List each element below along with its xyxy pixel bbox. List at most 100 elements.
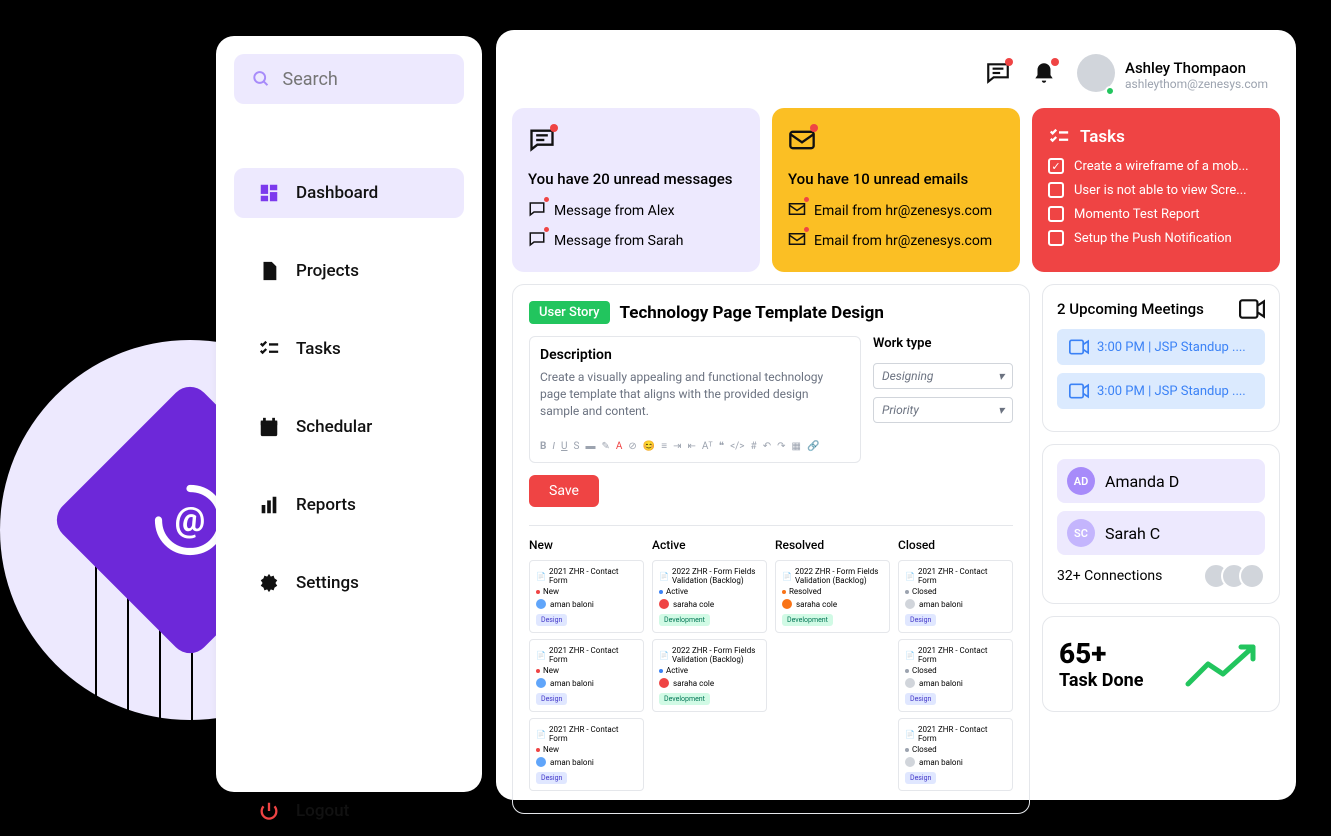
svg-text:@: @ bbox=[175, 500, 206, 540]
kanban-card[interactable]: 📄 2022 ZHR - Form Fields Validation (Bac… bbox=[652, 639, 767, 712]
italic-icon[interactable]: I bbox=[552, 441, 555, 452]
avatar-stack bbox=[1211, 563, 1265, 589]
messages-button[interactable] bbox=[985, 60, 1011, 90]
notifications-button[interactable] bbox=[1031, 60, 1057, 90]
kanban-col-closed: Closed 📄 2021 ZHR - Contact FormClosedam… bbox=[898, 538, 1013, 797]
nav-label: Reports bbox=[296, 495, 356, 515]
checklist-icon bbox=[1048, 126, 1070, 148]
kanban-card[interactable]: 📄 2021 ZHR - Contact FormNewaman baloniD… bbox=[529, 718, 644, 791]
email-item[interactable]: Email from hr@zenesys.com bbox=[788, 200, 1004, 222]
code-icon[interactable]: </> bbox=[730, 441, 744, 452]
col-header: Active bbox=[652, 538, 767, 552]
kanban-card[interactable]: 📄 2021 ZHR - Contact FormClosedaman balo… bbox=[898, 560, 1013, 633]
checkbox[interactable] bbox=[1048, 158, 1064, 174]
priority-select[interactable]: Priority▾ bbox=[873, 397, 1013, 423]
avatar-initials: SC bbox=[1067, 519, 1095, 547]
calendar-icon bbox=[258, 416, 280, 438]
kanban-card[interactable]: 📄 2022 ZHR - Form Fields Validation (Bac… bbox=[652, 560, 767, 633]
underline-icon[interactable]: U bbox=[561, 441, 567, 452]
description-text: Create a visually appealing and function… bbox=[540, 369, 850, 419]
description-label: Description bbox=[540, 347, 850, 363]
highlight-icon[interactable]: ✎ bbox=[601, 441, 609, 452]
connection-item[interactable]: ADAmanda D bbox=[1057, 459, 1265, 503]
online-indicator bbox=[1105, 86, 1115, 96]
user-profile[interactable]: Ashley Thompaon ashleythom@zenesys.com bbox=[1077, 54, 1268, 96]
kanban-col-new: New 📄 2021 ZHR - Contact FormNewaman bal… bbox=[529, 538, 644, 797]
font-color-icon[interactable]: A bbox=[616, 441, 623, 452]
connections-panel: ADAmanda D SCSarah C 32+ Connections bbox=[1042, 444, 1280, 604]
nav-list: Dashboard Projects Tasks Schedular Repor… bbox=[234, 168, 464, 836]
story-badge: User Story bbox=[529, 301, 610, 324]
email-item[interactable]: Email from hr@zenesys.com bbox=[788, 230, 1004, 252]
video-icon[interactable] bbox=[1239, 299, 1265, 319]
message-item[interactable]: Message from Sarah bbox=[528, 230, 744, 252]
avatar-initials: AD bbox=[1067, 467, 1095, 495]
user-email: ashleythom@zenesys.com bbox=[1125, 77, 1268, 91]
bold-icon[interactable]: B bbox=[540, 441, 546, 452]
align-icon[interactable]: ≡ bbox=[661, 441, 667, 452]
mail-icon bbox=[788, 230, 806, 248]
card-title: Tasks bbox=[1080, 127, 1125, 147]
redo-icon[interactable]: ↷ bbox=[777, 441, 785, 452]
nav-settings[interactable]: Settings bbox=[234, 558, 464, 608]
nav-tasks[interactable]: Tasks bbox=[234, 324, 464, 374]
work-type-select[interactable]: Designing▾ bbox=[873, 363, 1013, 389]
kanban-col-resolved: Resolved 📄 2022 ZHR - Form Fields Valida… bbox=[775, 538, 890, 797]
summary-cards: You have 20 unread messages Message from… bbox=[512, 108, 1280, 272]
connections-count[interactable]: 32+ Connections bbox=[1057, 563, 1265, 589]
search-box[interactable] bbox=[234, 54, 464, 104]
message-item[interactable]: Message from Alex bbox=[528, 200, 744, 222]
kanban-card[interactable]: 📄 2021 ZHR - Contact FormClosedaman balo… bbox=[898, 718, 1013, 791]
col-header: Resolved bbox=[775, 538, 890, 552]
kanban-card[interactable]: 📄 2021 ZHR - Contact FormClosedaman balo… bbox=[898, 639, 1013, 712]
kanban-card[interactable]: 📄 2021 ZHR - Contact FormNewaman baloniD… bbox=[529, 560, 644, 633]
col-header: New bbox=[529, 538, 644, 552]
mail-icon bbox=[788, 200, 806, 218]
checkbox[interactable] bbox=[1048, 182, 1064, 198]
kanban-card[interactable]: 📄 2021 ZHR - Contact FormNewaman baloniD… bbox=[529, 639, 644, 712]
clear-icon[interactable]: ⊘ bbox=[628, 441, 636, 452]
nav-schedular[interactable]: Schedular bbox=[234, 402, 464, 452]
meetings-title: 2 Upcoming Meetings bbox=[1057, 300, 1204, 318]
nav-label: Settings bbox=[296, 573, 359, 593]
meeting-item[interactable]: 3:00 PM | JSP Standup .... bbox=[1057, 373, 1265, 409]
fontsize-icon[interactable]: Aᵀ bbox=[702, 441, 713, 452]
notification-dot bbox=[550, 124, 558, 132]
video-icon bbox=[1069, 383, 1089, 399]
nav-reports[interactable]: Reports bbox=[234, 480, 464, 530]
save-button[interactable]: Save bbox=[529, 475, 599, 507]
task-item[interactable]: Setup the Push Notification bbox=[1048, 230, 1264, 246]
meeting-item[interactable]: 3:00 PM | JSP Standup .... bbox=[1057, 329, 1265, 365]
search-input[interactable] bbox=[283, 69, 446, 90]
description-editor[interactable]: Description Create a visually appealing … bbox=[529, 336, 861, 463]
sidebar: Dashboard Projects Tasks Schedular Repor… bbox=[216, 36, 482, 792]
link-icon[interactable]: 🔗 bbox=[807, 441, 819, 452]
outdent-icon[interactable]: ⇤ bbox=[687, 441, 695, 452]
hash-icon[interactable]: # bbox=[751, 441, 757, 452]
emoji-icon[interactable]: 😊 bbox=[643, 441, 655, 452]
search-icon bbox=[252, 68, 271, 90]
meetings-panel: 2 Upcoming Meetings 3:00 PM | JSP Standu… bbox=[1042, 284, 1280, 432]
quote-icon[interactable]: ❝ bbox=[719, 441, 724, 452]
work-type-label: Work type bbox=[873, 336, 1013, 351]
tasks-icon bbox=[258, 338, 280, 360]
strike-icon[interactable]: S bbox=[574, 441, 580, 452]
chart-icon bbox=[258, 494, 280, 516]
messages-card[interactable]: You have 20 unread messages Message from… bbox=[512, 108, 760, 272]
video-icon bbox=[1069, 339, 1089, 355]
checkbox[interactable] bbox=[1048, 230, 1064, 246]
nav-projects[interactable]: Projects bbox=[234, 246, 464, 296]
color-icon[interactable]: ▬ bbox=[585, 441, 595, 452]
undo-icon[interactable]: ↶ bbox=[763, 441, 771, 452]
nav-dashboard[interactable]: Dashboard bbox=[234, 168, 464, 218]
nav-logout[interactable]: Logout bbox=[234, 786, 464, 836]
task-item[interactable]: User is not able to view Scre... bbox=[1048, 182, 1264, 198]
task-item[interactable]: Momento Test Report bbox=[1048, 206, 1264, 222]
kanban-card[interactable]: 📄 2022 ZHR - Form Fields Validation (Bac… bbox=[775, 560, 890, 633]
emails-card[interactable]: You have 10 unread emails Email from hr@… bbox=[772, 108, 1020, 272]
image-icon[interactable]: ▦ bbox=[792, 441, 801, 452]
indent-icon[interactable]: ⇥ bbox=[673, 441, 681, 452]
checkbox[interactable] bbox=[1048, 206, 1064, 222]
connection-item[interactable]: SCSarah C bbox=[1057, 511, 1265, 555]
task-item[interactable]: Create a wireframe of a mob... bbox=[1048, 158, 1264, 174]
